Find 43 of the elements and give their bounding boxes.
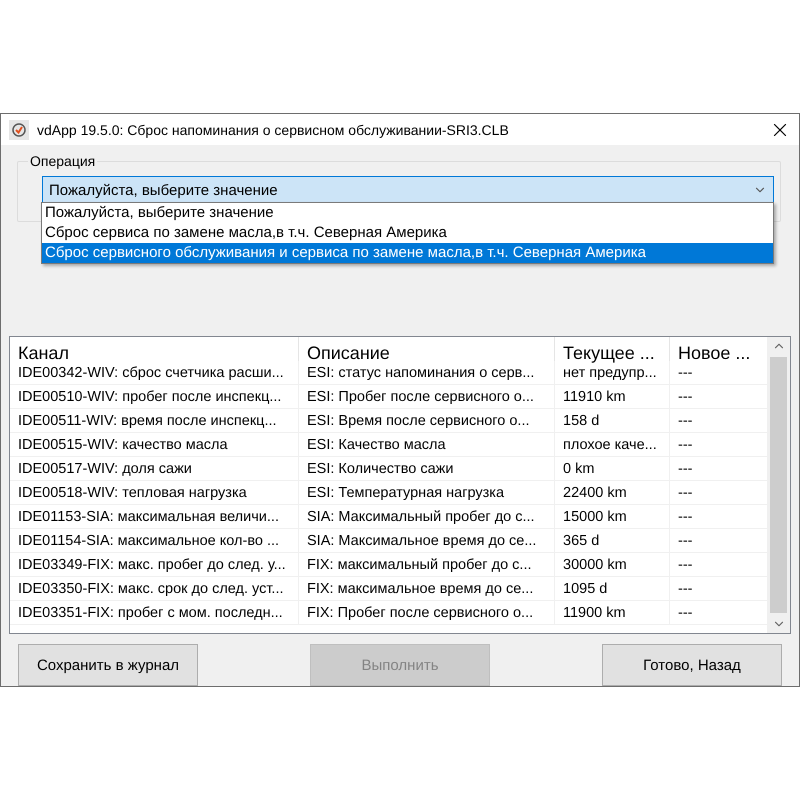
dropdown-option[interactable]: Пожалуйста, выберите значение [42, 203, 773, 223]
table-cell: SIA: Максимальное время до се... [299, 529, 555, 554]
action-button[interactable]: Сохранить в журнал [18, 644, 198, 686]
table-cell: 30000 km [555, 553, 670, 578]
table-cell: FIX: Пробег после сервисного о... [299, 601, 555, 626]
window-title: vdApp 19.5.0: Сброс напоминания о сервисном обслуживании-SRI3.CLB [37, 122, 510, 138]
table-cell: ESI: Время после сервисного о... [299, 409, 555, 434]
table-cell: 158 d [555, 409, 670, 434]
table-cell: IDE03350-FIX: макс. срок до след. уст... [10, 577, 299, 602]
operation-dropdown[interactable]: Пожалуйста, выберите значение [42, 176, 774, 204]
table-cell: IDE01153-SIA: максимальная величи... [10, 505, 299, 530]
table-cell: IDE00517-WIV: доля сажи [10, 457, 299, 482]
dropdown-option[interactable]: Сброс сервиса по замене масла,в т.ч. Северная Америка [42, 223, 773, 243]
table-cell: IDE00342-WIV: сброс счетчика расши... [10, 361, 299, 386]
table-cell: ESI: Температурная нагрузка [299, 481, 555, 506]
table-cell: IDE00510-WIV: пробег после инспекц... [10, 385, 299, 410]
app-logo-icon [9, 120, 29, 140]
table-cell: SIA: Максимальный пробег до с... [299, 505, 555, 530]
action-button[interactable]: Готово, Назад [602, 644, 782, 686]
table-cell: 11910 km [555, 385, 670, 410]
table-cell: 1095 d [555, 577, 670, 602]
table-cell: IDE00511-WIV: время после инспекц... [10, 409, 299, 434]
table-cell: IDE03351-FIX: пробег с мом. последн... [10, 601, 299, 626]
group-label: Операция [28, 153, 98, 170]
table-cell: 11900 km [555, 601, 670, 626]
table-cell: ESI: статус напоминания о серв... [299, 361, 555, 386]
dropdown-option[interactable]: Сброс сервисного обслуживания и сервиса по замене масла,в т.ч. Северная Америка [42, 243, 773, 263]
table-cell: 15000 km [555, 505, 670, 530]
table-cell: ESI: Количество сажи [299, 457, 555, 482]
table-cell: ESI: Качество масла [299, 433, 555, 458]
table-cell: плохое каче... [555, 433, 670, 458]
table-cell: IDE00518-WIV: тепловая нагрузка [10, 481, 299, 506]
table-cell: 0 km [555, 457, 670, 482]
scrollbar[interactable] [767, 337, 790, 633]
table-cell: 365 d [555, 529, 670, 554]
table-cell: IDE00515-WIV: качество масла [10, 433, 299, 458]
table-cell: IDE01154-SIA: максимальное кол-во ... [10, 529, 299, 554]
column-header[interactable]: Текущее ... [555, 337, 670, 370]
table-cell: ESI: Пробег после сервисного о... [299, 385, 555, 410]
table-cell: 22400 km [555, 481, 670, 506]
table-cell: FIX: максимальное время до се... [299, 577, 555, 602]
table-cell: FIX: максимальный пробег до с... [299, 553, 555, 578]
table-cell: IDE03349-FIX: макс. пробег до след. у... [10, 553, 299, 578]
